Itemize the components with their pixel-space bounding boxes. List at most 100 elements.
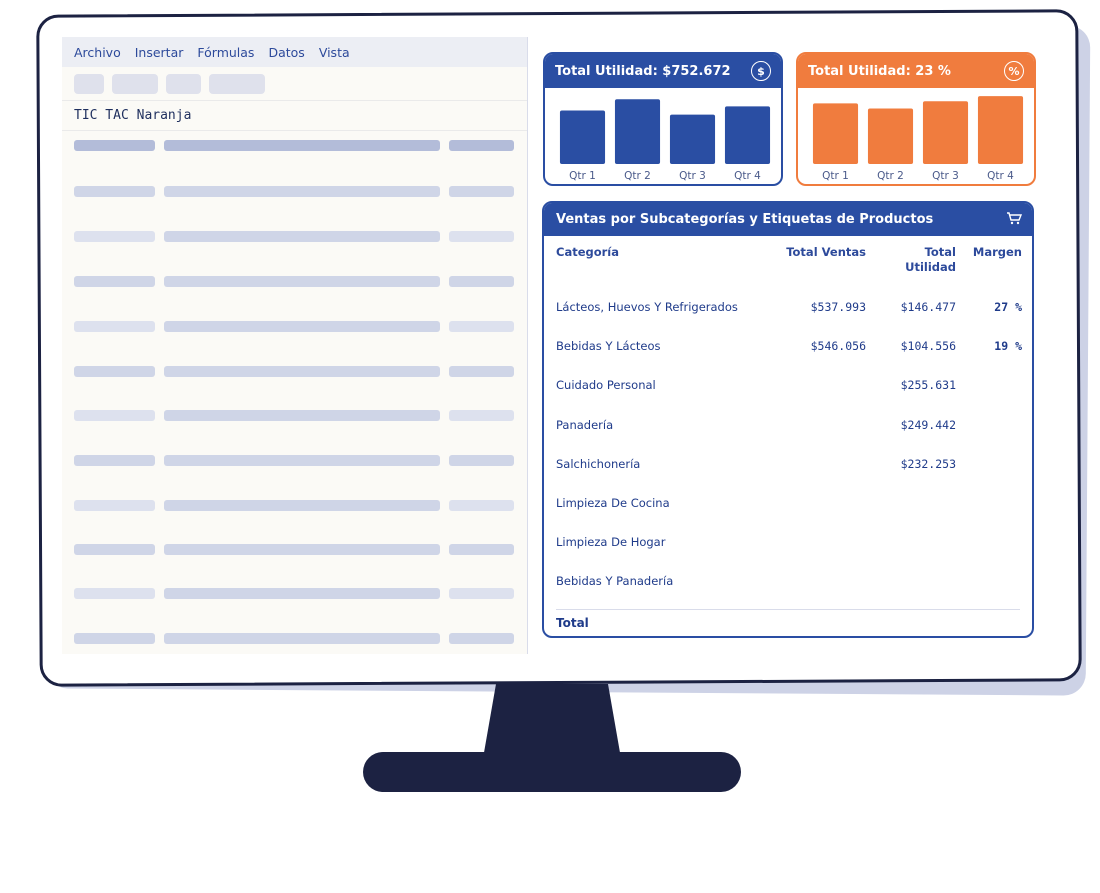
table-row[interactable]: Cuidado Personal $255.631 <box>544 378 1032 398</box>
table-row[interactable]: Limpieza De Hogar <box>544 535 1032 555</box>
toolbar-button[interactable] <box>74 73 104 94</box>
sheet-row[interactable] <box>74 410 514 421</box>
sheet-row[interactable] <box>74 140 514 151</box>
kpi-card-margen: Total Utilidad: 23 % % Qtr 1 Qtr 2 Qtr 3 Qt… <box>796 52 1036 186</box>
sheet-cell[interactable] <box>74 366 155 377</box>
table-header: Ventas por Subcategorías y Etiquetas de … <box>544 203 1032 236</box>
sheet-cell[interactable] <box>164 321 440 332</box>
sheet-cell[interactable] <box>164 276 440 287</box>
sheet-row[interactable] <box>74 321 514 332</box>
sheet-cell[interactable] <box>74 321 155 332</box>
tick-label: Qtr 3 <box>932 170 959 182</box>
sheet-cell[interactable] <box>74 231 155 242</box>
menu-datos[interactable]: Datos <box>268 45 304 60</box>
cell-categoria: Lácteos, Huevos Y Refrigerados <box>556 300 738 314</box>
table-row[interactable]: Lácteos, Huevos Y Refrigerados $537.993 $1… <box>544 300 1032 320</box>
cell-total-utilidad: $255.631 <box>900 378 956 393</box>
sheet-cell[interactable] <box>164 186 440 197</box>
toolbar-button[interactable] <box>209 73 265 94</box>
sheet-cell[interactable] <box>449 231 514 242</box>
sheet-cell[interactable] <box>449 588 514 599</box>
sheet-row[interactable] <box>74 588 514 599</box>
table-row[interactable]: Bebidas Y Lácteos $546.056 $104.556 19 % <box>544 339 1032 359</box>
toolbar-button[interactable] <box>112 73 158 94</box>
sheet-cell[interactable] <box>74 140 155 151</box>
monitor-stand-base <box>363 752 741 792</box>
sheet-cell[interactable] <box>164 500 440 511</box>
sheet-cell[interactable] <box>164 231 440 242</box>
bar-qtr-2[interactable] <box>867 108 914 164</box>
percent-icon: % <box>1004 61 1024 81</box>
sheet-row[interactable] <box>74 366 514 377</box>
bar-qtr-4[interactable] <box>724 106 771 164</box>
sales-table-card: Ventas por Subcategorías y Etiquetas de … <box>542 201 1034 638</box>
sheet-cell[interactable] <box>449 366 514 377</box>
bar-qtr-3[interactable] <box>669 114 716 164</box>
sheet-title: TIC TAC Naranja <box>62 101 527 131</box>
menu-insertar[interactable]: Insertar <box>135 45 184 60</box>
sheet-cell[interactable] <box>449 544 514 555</box>
sheet-cell[interactable] <box>164 410 440 421</box>
column-header-margen[interactable]: Margen <box>973 245 1022 260</box>
column-header-total-utilidad[interactable]: Total Utilidad <box>896 245 956 275</box>
column-header-categoria[interactable]: Categoría <box>556 245 619 260</box>
spreadsheet-panel: Archivo Insertar Fórmulas Datos Vista TI… <box>62 37 528 654</box>
kpi-card-utilidad: Total Utilidad: $752.672 $ Qtr 1 Qtr 2 Qtr… <box>543 52 783 186</box>
sheet-cell[interactable] <box>74 455 155 466</box>
bar-qtr-1[interactable] <box>812 103 859 164</box>
sheet-cell[interactable] <box>74 588 155 599</box>
sheet-cell[interactable] <box>449 186 514 197</box>
menu-bar: Archivo Insertar Fórmulas Datos Vista <box>62 37 527 67</box>
sheet-cell[interactable] <box>164 366 440 377</box>
bar-qtr-2[interactable] <box>614 99 661 164</box>
column-header-total-ventas[interactable]: Total Ventas <box>786 245 866 260</box>
sheet-row[interactable] <box>74 500 514 511</box>
sheet-row[interactable] <box>74 455 514 466</box>
bar-qtr-3[interactable] <box>922 101 969 164</box>
sheet-row[interactable] <box>74 276 514 287</box>
sheet-row[interactable] <box>74 633 514 644</box>
menu-archivo[interactable]: Archivo <box>74 45 121 60</box>
sheet-row[interactable] <box>74 231 514 242</box>
sheet-cell[interactable] <box>449 455 514 466</box>
kpi-title: Total Utilidad: $752.672 <box>555 63 731 79</box>
bar-qtr-1[interactable] <box>559 110 606 164</box>
cell-categoria: Bebidas Y Panadería <box>556 574 674 589</box>
kpi-header: Total Utilidad: $752.672 $ <box>545 54 781 88</box>
sheet-cell[interactable] <box>74 500 155 511</box>
sheet-cell[interactable] <box>449 633 514 644</box>
bar-qtr-4[interactable] <box>977 96 1024 164</box>
cell-categoria: Cuidado Personal <box>556 378 656 393</box>
sheet-cell[interactable] <box>164 544 440 555</box>
cell-categoria: Limpieza De Cocina <box>556 496 670 510</box>
sheet-cell[interactable] <box>449 140 514 151</box>
sheet-cell[interactable] <box>74 410 155 421</box>
sheet-row[interactable] <box>74 186 514 197</box>
kpi-header: Total Utilidad: 23 % % <box>798 54 1034 88</box>
cart-icon <box>1006 211 1023 229</box>
sheet-cell[interactable] <box>74 276 155 287</box>
tick-label: Qtr 4 <box>987 170 1014 182</box>
sheet-cell[interactable] <box>164 140 440 151</box>
sheet-cell[interactable] <box>164 455 440 466</box>
sheet-cell[interactable] <box>164 633 440 644</box>
sheet-cell[interactable] <box>164 588 440 599</box>
sheet-cell[interactable] <box>449 410 514 421</box>
tick-label: Qtr 4 <box>734 170 761 182</box>
menu-formulas[interactable]: Fórmulas <box>197 45 254 60</box>
table-row[interactable]: Bebidas Y Panadería <box>544 574 1032 594</box>
sheet-row[interactable] <box>74 544 514 555</box>
sheet-cell[interactable] <box>74 186 155 197</box>
menu-vista[interactable]: Vista <box>319 45 350 60</box>
sheet-cell[interactable] <box>74 633 155 644</box>
sheet-cell[interactable] <box>449 500 514 511</box>
cell-total-ventas: $537.993 <box>810 300 866 314</box>
table-row[interactable]: Salchichonería $232.253 <box>544 457 1032 477</box>
cell-categoria: Limpieza De Hogar <box>556 535 666 550</box>
toolbar-button[interactable] <box>166 73 201 94</box>
sheet-cell[interactable] <box>74 544 155 555</box>
sheet-cell[interactable] <box>449 276 514 287</box>
table-row[interactable]: Panadería $249.442 <box>544 418 1032 438</box>
table-row[interactable]: Limpieza De Cocina <box>544 496 1032 516</box>
sheet-cell[interactable] <box>449 321 514 332</box>
